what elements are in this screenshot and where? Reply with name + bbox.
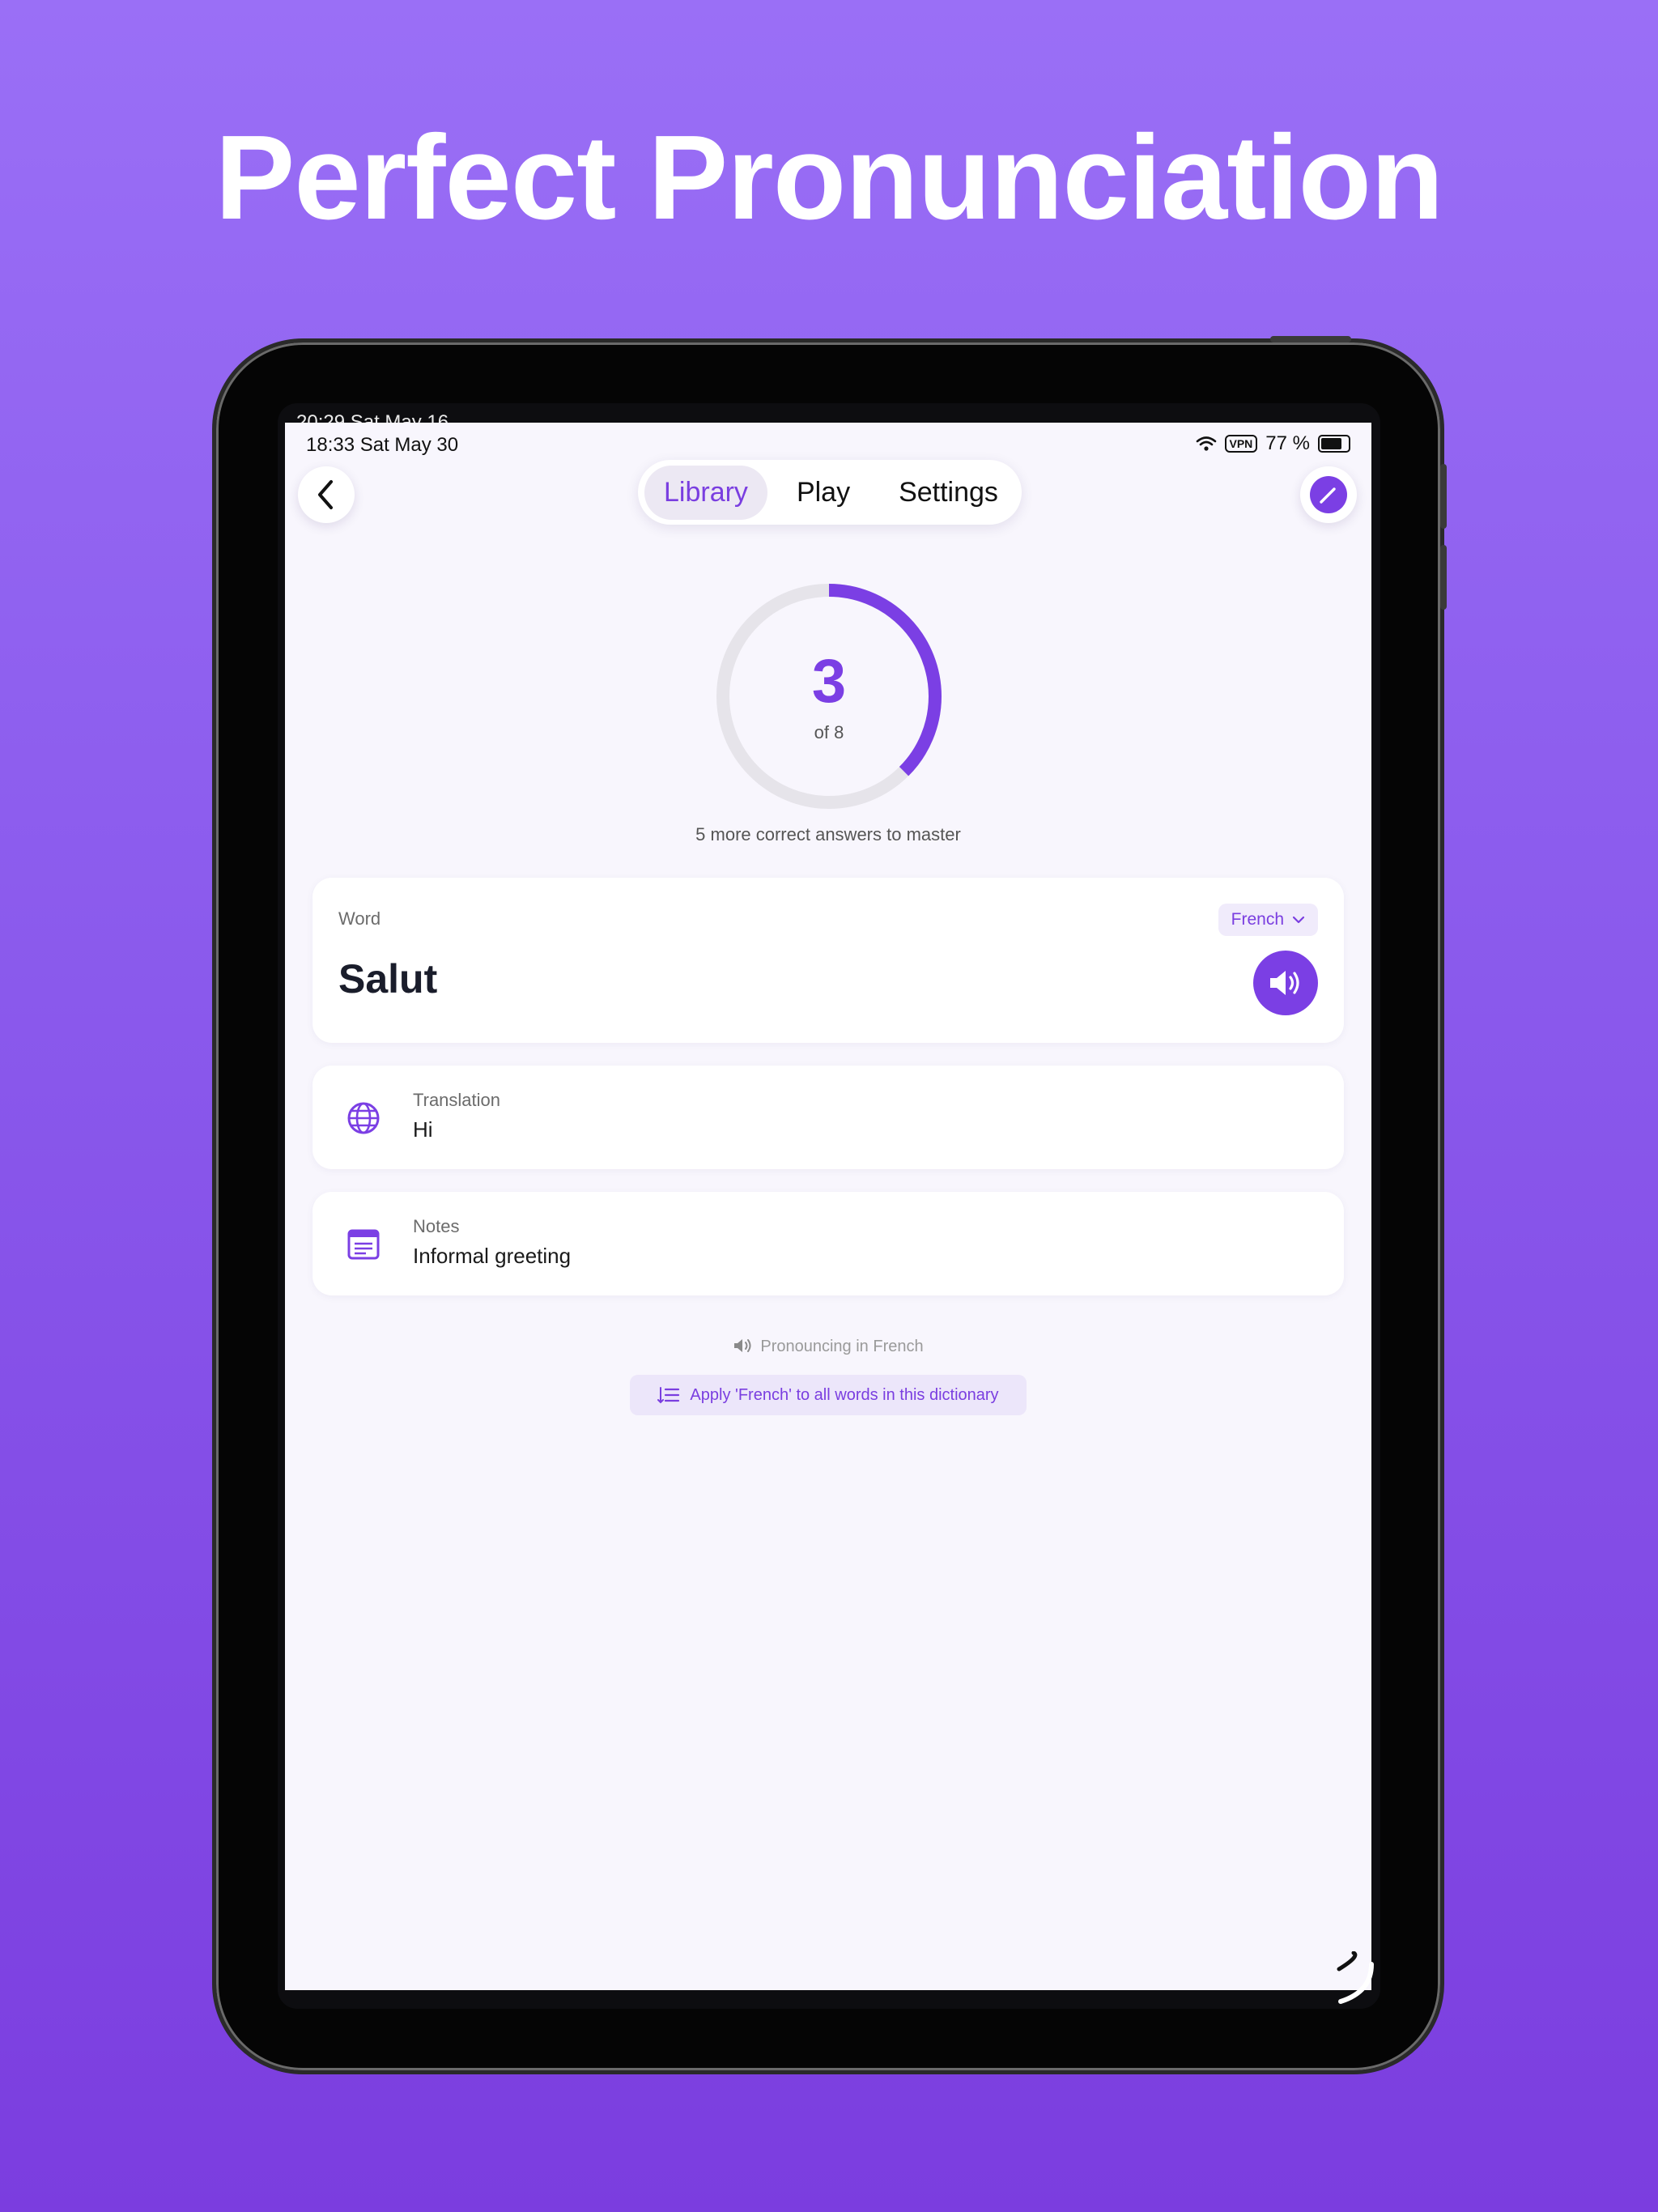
list-apply-icon [657, 1387, 680, 1404]
language-selector[interactable]: French [1218, 904, 1318, 936]
headline: Perfect Pronunciation [215, 111, 1444, 245]
status-right: VPN 77 % [1196, 432, 1350, 455]
wifi-icon [1196, 436, 1216, 451]
mastery-caption: 5 more correct answers to master [695, 824, 961, 844]
translation-card: Translation Hi [312, 1066, 1344, 1169]
back-button[interactable] [298, 466, 355, 523]
pronouncing-text: Pronouncing in French [760, 1338, 924, 1355]
word-label: Word [338, 908, 381, 929]
notes-value: Informal greeting [413, 1244, 572, 1268]
word-text: Salut [338, 956, 438, 1002]
mastery-progress-ring: 3 of 8 [712, 580, 946, 813]
notes-icon [347, 1229, 380, 1260]
total-count: of 8 [814, 722, 844, 742]
notes-card: Notes Informal greeting [312, 1192, 1344, 1295]
apply-language-label: Apply 'French' to all words in this dict… [690, 1385, 999, 1404]
speaker-icon [1270, 971, 1299, 995]
tab-settings[interactable]: Settings [879, 466, 1018, 520]
status-time: 18:33 Sat May 30 [306, 434, 459, 456]
speaker-small-icon [734, 1339, 751, 1352]
vpn-badge: VPN [1224, 435, 1258, 453]
notes-label: Notes [413, 1216, 460, 1236]
word-card: Word French Salut [312, 878, 1344, 1043]
tab-switcher: Library Play Settings [638, 460, 1022, 525]
correct-count: 3 [811, 647, 847, 716]
globe-icon [347, 1102, 380, 1134]
battery-icon [1318, 435, 1350, 453]
translation-label: Translation [413, 1090, 501, 1110]
pronouncing-indicator: Pronouncing in French [285, 1338, 1371, 1356]
chevron-down-icon [1292, 916, 1305, 924]
corner-indicator [1337, 1951, 1374, 2004]
language-value: French [1231, 910, 1284, 929]
app-screen: 18:33 Sat May 30 VPN 77 % Library Play S… [285, 423, 1371, 1990]
edit-button[interactable] [1300, 466, 1357, 523]
translation-value: Hi [413, 1117, 433, 1142]
back-chevron-icon [318, 480, 333, 509]
edit-pencil-icon [1310, 476, 1347, 513]
tab-play[interactable]: Play [777, 466, 869, 520]
apply-language-button[interactable]: Apply 'French' to all words in this dict… [630, 1375, 1027, 1415]
play-pronunciation-button[interactable] [1253, 951, 1318, 1015]
battery-percent: 77 % [1265, 432, 1310, 454]
tab-library[interactable]: Library [644, 465, 767, 520]
